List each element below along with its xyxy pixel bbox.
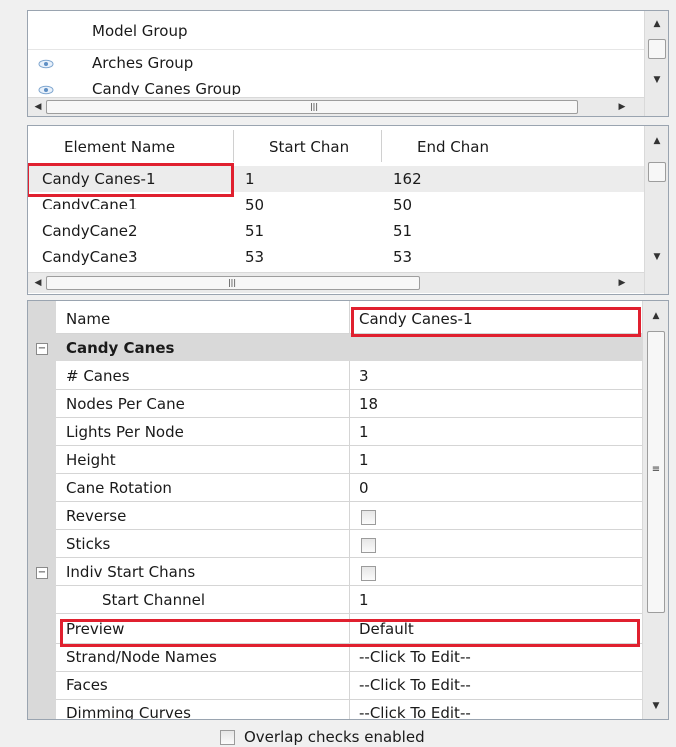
scroll-right-icon[interactable]: ▶ xyxy=(614,276,630,290)
row-divider xyxy=(56,389,642,390)
property-label: Reverse xyxy=(66,507,127,525)
column-divider xyxy=(381,130,382,162)
element-list-panel: Element Name Start Chan End Chan Candy C… xyxy=(27,125,669,295)
row-divider xyxy=(56,671,642,672)
row-divider xyxy=(56,417,642,418)
grip-icon: ||| xyxy=(227,278,237,287)
model-group-hscrollbar[interactable]: ◀ ||| ▶ xyxy=(28,97,644,116)
property-value[interactable]: --Click To Edit-- xyxy=(359,647,471,667)
model-group-header: Model Group xyxy=(92,22,188,40)
row-divider xyxy=(56,613,642,614)
property-label: Sticks xyxy=(66,535,111,553)
property-label: Start Channel xyxy=(102,591,205,609)
overlap-checks-label: Overlap checks enabled xyxy=(244,728,425,746)
eye-icon[interactable] xyxy=(38,55,54,69)
property-value[interactable]: 1 xyxy=(359,422,369,442)
property-label: Strand/Node Names xyxy=(66,648,217,666)
vscroll-thumb[interactable] xyxy=(648,162,666,182)
property-value[interactable]: 0 xyxy=(359,478,369,498)
row-divider xyxy=(56,699,642,700)
row-divider xyxy=(56,445,642,446)
scroll-up-icon[interactable]: ▲ xyxy=(649,17,665,31)
property-label: Lights Per Node xyxy=(66,423,184,441)
table-cell[interactable]: 53 xyxy=(393,247,412,267)
overlap-checks-checkbox[interactable] xyxy=(220,730,235,745)
row-divider xyxy=(56,473,642,474)
label-value-divider xyxy=(349,301,350,719)
highlight-preview-row xyxy=(60,619,640,647)
table-cell[interactable]: 51 xyxy=(245,221,264,241)
indiv-start-chans-checkbox[interactable] xyxy=(361,566,376,581)
table-cell[interactable]: 50 xyxy=(245,195,264,215)
table-cell[interactable]: CandyCane1 xyxy=(42,195,138,209)
column-header-element-name[interactable]: Element Name xyxy=(64,137,175,157)
table-cell[interactable]: CandyCane2 xyxy=(42,221,138,241)
scroll-left-icon[interactable]: ◀ xyxy=(30,100,46,114)
reverse-checkbox[interactable] xyxy=(361,510,376,525)
table-cell[interactable]: 53 xyxy=(245,247,264,267)
scroll-down-icon[interactable]: ▼ xyxy=(649,250,665,264)
property-label: Height xyxy=(66,451,116,469)
property-value[interactable]: 3 xyxy=(359,366,369,386)
column-header-start-chan[interactable]: Start Chan xyxy=(269,137,349,157)
property-label-name: Name xyxy=(66,310,111,328)
collapse-icon[interactable]: − xyxy=(36,343,48,355)
grip-icon: ||| xyxy=(309,102,319,111)
eye-icon[interactable] xyxy=(38,81,54,95)
collapse-icon[interactable]: − xyxy=(36,567,48,579)
highlight-element-name xyxy=(28,163,234,197)
property-value[interactable]: 18 xyxy=(359,394,378,414)
property-label: Indiv Start Chans xyxy=(66,563,196,581)
model-group-vscrollbar[interactable]: ▲ ▼ xyxy=(644,11,668,116)
column-header-end-chan[interactable]: End Chan xyxy=(417,137,489,157)
row-divider xyxy=(56,557,642,558)
property-label: Faces xyxy=(66,676,108,694)
model-group-item[interactable]: Arches Group xyxy=(92,53,193,73)
model-group-panel: Model Group Arches Group Candy Canes Gro… xyxy=(27,10,669,117)
category-label: Candy Canes xyxy=(66,339,175,357)
column-divider xyxy=(233,130,234,162)
property-value[interactable]: --Click To Edit-- xyxy=(359,703,471,719)
property-label: Nodes Per Cane xyxy=(66,395,185,413)
row-divider xyxy=(56,585,642,586)
row-divider xyxy=(56,529,642,530)
sticks-checkbox[interactable] xyxy=(361,538,376,553)
table-cell[interactable]: CandyCane3 xyxy=(42,247,138,267)
row-divider xyxy=(56,501,642,502)
scroll-down-icon[interactable]: ▼ xyxy=(649,73,665,87)
property-value[interactable]: --Click To Edit-- xyxy=(359,675,471,695)
table-cell[interactable]: 162 xyxy=(393,169,422,189)
scroll-up-icon[interactable]: ▲ xyxy=(648,309,664,323)
property-value[interactable]: 1 xyxy=(359,590,369,610)
header-divider xyxy=(28,49,644,50)
element-list-hscrollbar[interactable]: ◀ ||| ▶ xyxy=(28,272,644,293)
property-grid-margin xyxy=(28,301,56,719)
property-label: # Canes xyxy=(66,367,130,385)
property-grid-panel: Name Candy Canes-1 − Candy Canes # Canes… xyxy=(27,300,669,720)
property-value[interactable]: 1 xyxy=(359,450,369,470)
grip-icon: ≡ xyxy=(651,464,661,475)
table-cell[interactable]: 51 xyxy=(393,221,412,241)
vscroll-thumb[interactable] xyxy=(648,39,666,59)
property-label: Cane Rotation xyxy=(66,479,172,497)
element-list-vscrollbar[interactable]: ▲ ▼ xyxy=(644,126,668,294)
property-label: Dimming Curves xyxy=(66,704,191,719)
model-group-item[interactable]: Candy Canes Group xyxy=(92,79,241,95)
scroll-up-icon[interactable]: ▲ xyxy=(649,134,665,148)
scroll-left-icon[interactable]: ◀ xyxy=(30,276,46,290)
scroll-down-icon[interactable]: ▼ xyxy=(648,699,664,713)
highlight-name-value xyxy=(351,307,641,337)
property-grid-vscrollbar[interactable]: ▲ ≡ ▼ xyxy=(642,301,668,719)
table-cell[interactable]: 1 xyxy=(245,169,255,189)
scroll-right-icon[interactable]: ▶ xyxy=(614,100,630,114)
table-cell[interactable]: 50 xyxy=(393,195,412,215)
